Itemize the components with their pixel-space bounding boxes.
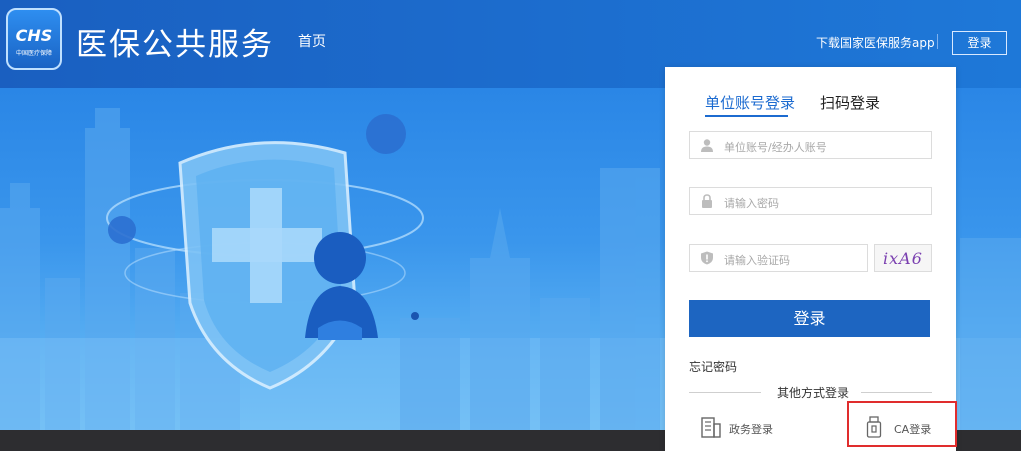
active-tab-underline bbox=[705, 115, 788, 117]
account-input[interactable]: 单位账号/经办人账号 bbox=[689, 131, 932, 159]
gov-login-button[interactable]: 政务登录 bbox=[701, 416, 773, 440]
ca-login-highlight-box bbox=[847, 401, 957, 447]
lock-icon bbox=[702, 194, 712, 208]
forgot-password-link[interactable]: 忘记密码 bbox=[689, 358, 737, 375]
login-panel: 单位账号登录 扫码登录 单位账号/经办人账号 请输入密码 请输入验证码 ixA6… bbox=[665, 67, 956, 451]
chs-logo[interactable]: CHS 中国医疗保障 bbox=[6, 8, 62, 70]
captcha-code: ixA6 bbox=[883, 249, 923, 268]
building-icon bbox=[701, 417, 721, 438]
gov-login-label: 政务登录 bbox=[729, 423, 773, 436]
user-icon bbox=[701, 139, 713, 152]
logo-text: CHS bbox=[15, 26, 53, 45]
captcha-placeholder: 请输入验证码 bbox=[724, 254, 790, 267]
captcha-image[interactable]: ixA6 bbox=[874, 244, 932, 272]
tab-scan-login[interactable]: 扫码登录 bbox=[820, 92, 880, 113]
password-input[interactable]: 请输入密码 bbox=[689, 187, 932, 215]
site-title: 医保公共服务 bbox=[76, 27, 274, 63]
nav-home-link[interactable]: 首页 bbox=[298, 31, 326, 51]
shield-icon bbox=[701, 251, 713, 265]
password-placeholder: 请输入密码 bbox=[724, 197, 779, 210]
login-submit-button[interactable]: 登录 bbox=[689, 300, 930, 337]
account-placeholder: 单位账号/经办人账号 bbox=[724, 141, 827, 154]
header-login-button[interactable]: 登录 bbox=[952, 31, 1007, 55]
header-divider bbox=[937, 34, 938, 49]
other-login-methods-label: 其他方式登录 bbox=[777, 386, 850, 400]
tab-unit-account-login[interactable]: 单位账号登录 bbox=[705, 92, 795, 113]
captcha-input[interactable]: 请输入验证码 bbox=[689, 244, 868, 272]
download-app-link[interactable]: 下载国家医保服务app bbox=[816, 34, 935, 51]
divider-left bbox=[689, 392, 761, 393]
logo-subtext: 中国医疗保障 bbox=[15, 50, 52, 57]
divider-right bbox=[861, 392, 932, 393]
